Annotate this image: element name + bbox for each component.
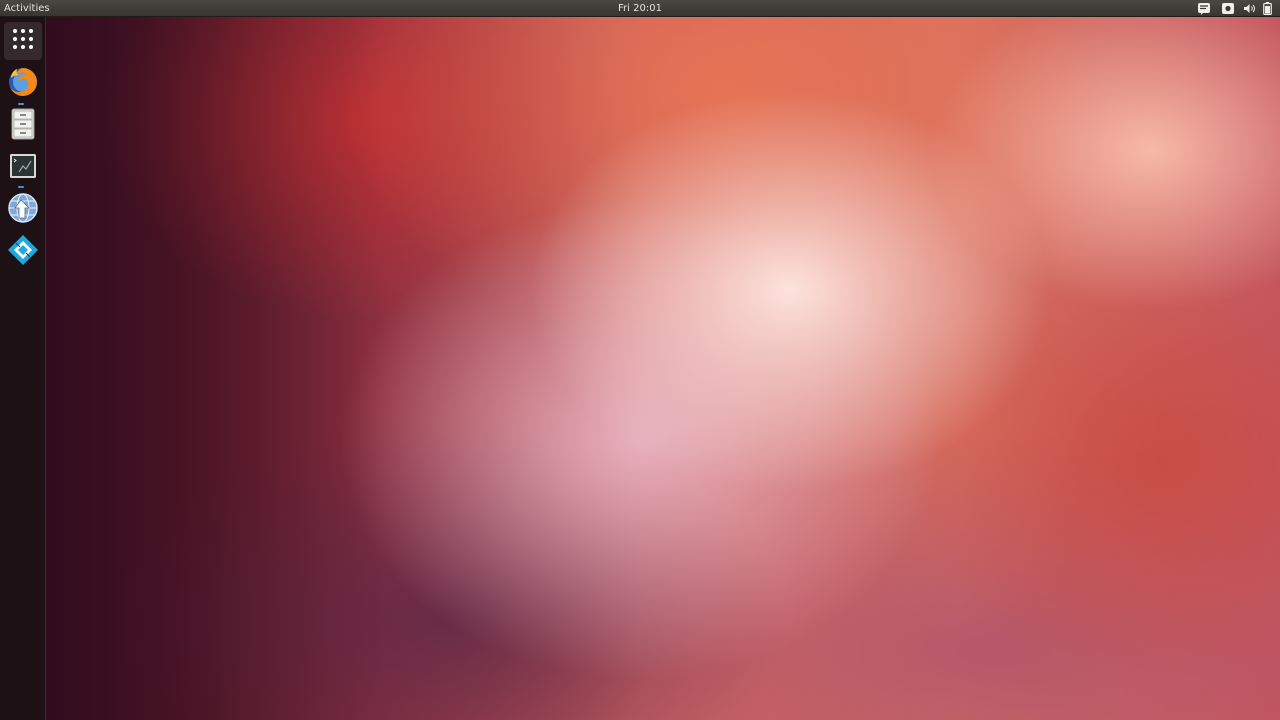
- wallpaper-shade: [0, 0, 1280, 720]
- activities-button[interactable]: Activities: [4, 0, 50, 17]
- terminal-icon: [9, 153, 37, 183]
- running-indicator: [18, 186, 24, 188]
- file-cabinet-icon: [11, 108, 35, 144]
- kodi-icon: [7, 234, 39, 270]
- chat-icon[interactable]: [1192, 0, 1216, 17]
- updater-globe-icon: [7, 192, 39, 228]
- record-icon[interactable]: [1216, 0, 1240, 17]
- system-tray: [1192, 0, 1276, 17]
- dock-item-files[interactable]: [4, 107, 42, 145]
- dock-item-firefox[interactable]: [4, 65, 42, 103]
- show-applications-button[interactable]: [4, 22, 42, 60]
- dock: [0, 17, 46, 720]
- dock-item-kodi[interactable]: [4, 233, 42, 271]
- running-indicator: [18, 103, 24, 105]
- volume-icon[interactable]: [1240, 0, 1258, 17]
- dock-item-software-updater[interactable]: [4, 191, 42, 229]
- dock-item-terminal[interactable]: [4, 149, 42, 187]
- top-bar: Activities Fri 20:01: [0, 0, 1280, 17]
- desktop[interactable]: Activities Fri 20:01: [0, 0, 1280, 720]
- clock[interactable]: Fri 20:01: [600, 0, 680, 17]
- battery-icon[interactable]: [1258, 0, 1276, 17]
- app-grid-icon: [12, 28, 34, 54]
- firefox-icon: [7, 66, 39, 102]
